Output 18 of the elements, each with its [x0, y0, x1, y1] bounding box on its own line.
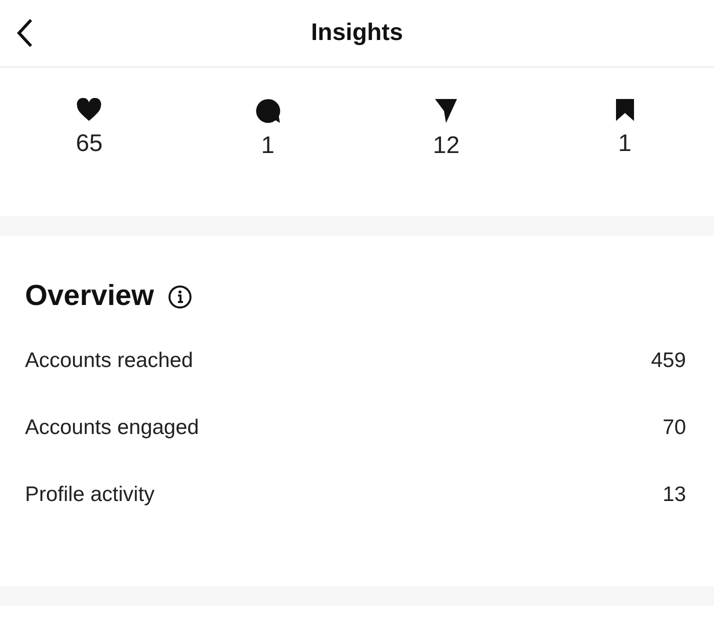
metric-value: 13 — [662, 483, 686, 508]
info-icon[interactable] — [168, 284, 192, 308]
metric-label: Profile activity — [25, 483, 155, 508]
page-title: Insights — [310, 19, 403, 47]
section-title: Overview — [25, 280, 154, 313]
heart-icon — [76, 98, 102, 122]
stat-count: 12 — [432, 132, 460, 160]
metric-value: 459 — [650, 349, 686, 374]
stat-count: 1 — [618, 130, 632, 158]
stat-count: 1 — [261, 132, 274, 160]
bookmark-icon — [614, 98, 635, 122]
back-icon — [16, 18, 34, 48]
stat-count: 65 — [76, 130, 103, 158]
paper-plane-icon — [434, 98, 458, 124]
metric-label: Accounts engaged — [25, 416, 199, 441]
metric-value: 70 — [662, 416, 686, 441]
metric-label: Accounts reached — [25, 349, 194, 374]
speech-bubble-icon — [254, 98, 281, 124]
